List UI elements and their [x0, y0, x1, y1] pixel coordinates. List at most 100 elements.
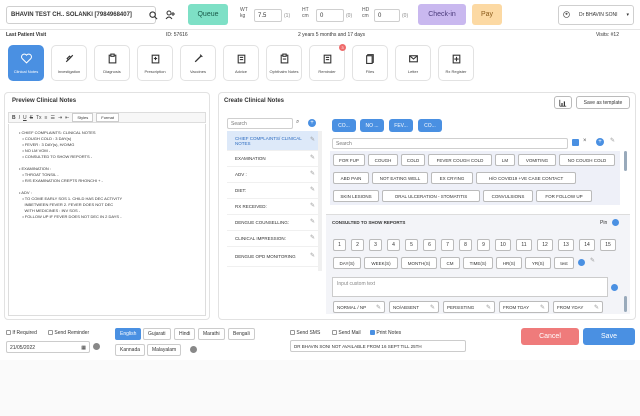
number-button[interactable]: 4: [387, 239, 400, 251]
suggestion-chip[interactable]: NO COUGH COLD: [559, 154, 615, 166]
lang-gujarati[interactable]: Gujarati: [143, 328, 171, 340]
category-scrollbar[interactable]: [318, 131, 322, 271]
number-button[interactable]: 12: [537, 239, 553, 251]
italic-icon[interactable]: I: [19, 115, 20, 121]
edit-icon[interactable]: ✎: [540, 304, 545, 311]
send-reminder-option[interactable]: Send Reminder: [48, 330, 89, 336]
add-suggestion-icon[interactable]: +: [596, 138, 604, 146]
if-required-checkbox[interactable]: [6, 330, 11, 336]
number-button[interactable]: 5: [405, 239, 418, 251]
number-button[interactable]: 3: [369, 239, 382, 251]
suggestion-chip[interactable]: ABD PAIN: [333, 172, 369, 184]
settings-icon[interactable]: [93, 343, 100, 350]
tile-letter[interactable]: Letter: [395, 45, 431, 81]
suggestion-chip[interactable]: LM: [495, 154, 515, 166]
patient-selector[interactable]: BHAVIN TEST CH.. SOLANKI [7984968407]: [6, 6, 156, 24]
outdent-icon[interactable]: ⇤: [65, 115, 69, 121]
edit-icon[interactable]: ✎: [430, 304, 435, 311]
save-button[interactable]: Save: [583, 328, 635, 345]
edit-icon[interactable]: ✎: [310, 155, 315, 161]
selected-chip[interactable]: NO ...: [360, 119, 384, 132]
lang-malayalam[interactable]: Malayalam: [147, 344, 182, 356]
category-item[interactable]: DENGUE OPD MONITORING ✎: [227, 247, 319, 267]
unit-button[interactable]: CM: [440, 257, 460, 269]
edit-icon[interactable]: ✎: [310, 203, 315, 209]
close-icon[interactable]: ×: [583, 138, 587, 144]
suggestion-scrollbar[interactable]: [624, 151, 627, 171]
number-button[interactable]: 2: [351, 239, 364, 251]
add-unit-icon[interactable]: [578, 259, 585, 266]
edit-icon[interactable]: ✎: [310, 253, 315, 259]
date-picker[interactable]: 21/05/2022 ▦: [6, 341, 90, 353]
number-button[interactable]: 14: [579, 239, 595, 251]
tile-vaccines[interactable]: Vaccines: [180, 45, 216, 81]
category-item[interactable]: ADV : ✎: [227, 167, 319, 183]
head-field[interactable]: 0: [374, 9, 400, 22]
selected-chip[interactable]: FEV...: [389, 119, 413, 132]
suggestion-chip[interactable]: COUGH: [368, 154, 398, 166]
if-required-option[interactable]: If Required: [6, 330, 37, 336]
lang-marathi[interactable]: Marathi: [198, 328, 225, 340]
option-button[interactable]: NO/ABSENT ✎: [389, 301, 439, 313]
edit-icon[interactable]: ✎: [310, 171, 315, 177]
category-search-input[interactable]: Search: [227, 118, 293, 129]
add-category-icon[interactable]: +: [308, 119, 316, 127]
underline-icon[interactable]: U: [23, 115, 27, 121]
suggestion-chip[interactable]: FEVER COUGH COLD: [428, 154, 492, 166]
send-sms-checkbox[interactable]: [290, 330, 295, 336]
tile-rx-register[interactable]: Rx Register: [438, 45, 474, 81]
height-field[interactable]: 0: [316, 9, 344, 22]
suggestion-search-input[interactable]: Search: [332, 138, 568, 149]
bold-icon[interactable]: B: [12, 115, 16, 121]
clear-format-icon[interactable]: Tx: [36, 115, 42, 121]
tile-files[interactable]: Files: [352, 45, 388, 81]
suggestion-chip[interactable]: CONVULSIONS: [483, 190, 533, 202]
suggestion-chip[interactable]: ORAL ULCERATION - STOMATITIS: [382, 190, 480, 202]
send-mail-option[interactable]: Send Mail: [332, 330, 361, 336]
suggestion-chip[interactable]: COLD: [401, 154, 425, 166]
custom-text-input[interactable]: Input custom text: [332, 277, 608, 297]
option-button[interactable]: FROM TDAY ✎: [499, 301, 549, 313]
category-item[interactable]: CHIEF COMPLAINTS/ CLINICAL NOTES ✎: [227, 131, 319, 151]
number-button[interactable]: 15: [600, 239, 616, 251]
edit-icon[interactable]: ✎: [310, 235, 315, 241]
number-button[interactable]: 8: [459, 239, 472, 251]
format-select[interactable]: Format: [96, 113, 119, 122]
tile-prescription[interactable]: Prescription: [137, 45, 173, 81]
weight-field[interactable]: 7.5: [254, 9, 282, 22]
unit-button[interactable]: test: [554, 257, 574, 269]
tile-diagnosis[interactable]: Diagnosis: [94, 45, 130, 81]
number-button[interactable]: 9: [477, 239, 490, 251]
doctor-select[interactable]: Dr BHAVIN SONI ▾: [558, 5, 634, 25]
send-sms-option[interactable]: Send SMS: [290, 330, 320, 336]
suggestion-chip[interactable]: FOR FUP: [333, 154, 365, 166]
number-button[interactable]: 6: [423, 239, 436, 251]
number-button[interactable]: 10: [495, 239, 511, 251]
search-icon[interactable]: ⌕: [296, 119, 299, 126]
edit-icon[interactable]: ✎: [310, 137, 315, 143]
selected-chip[interactable]: CO...: [332, 119, 356, 132]
note-field[interactable]: DR BHAVIN SONI NOT AVAILABLE FROM 16 SEP…: [290, 340, 466, 352]
preview-editor[interactable]: • CHIEF COMPLAINTS: CLINICAL NOTES • COU…: [8, 124, 206, 316]
add-user-icon[interactable]: [164, 9, 176, 21]
tile-ophthalm-notes[interactable]: Ophthalm Notes: [266, 45, 302, 81]
tile-reminder[interactable]: Reminder 3: [309, 44, 346, 81]
strikethrough-icon[interactable]: S: [30, 115, 33, 121]
tile-advice[interactable]: Advice: [223, 45, 259, 81]
suggestion-chip[interactable]: H/O COVID19 +VE CASE CONTACT: [476, 172, 576, 184]
chart-icon[interactable]: [554, 96, 572, 109]
bullet-list-icon[interactable]: ☰: [50, 115, 54, 121]
category-item[interactable]: DENGUE COUNSELLING: ✎: [227, 215, 319, 231]
cancel-button[interactable]: Cancel: [521, 328, 579, 345]
consulted-scrollbar[interactable]: [624, 296, 627, 312]
keyboard-icon[interactable]: [572, 139, 579, 146]
indent-icon[interactable]: ⇥: [58, 115, 62, 121]
suggestion-chip[interactable]: FOR FOLLOW UP: [536, 190, 592, 202]
styles-select[interactable]: Styles: [72, 113, 94, 122]
option-button[interactable]: NORMAL / NP ✎: [333, 301, 385, 313]
unit-button[interactable]: DAY(S): [333, 257, 361, 269]
edit-icon[interactable]: ✎: [590, 257, 595, 264]
lang-bengali[interactable]: Bengali: [228, 328, 255, 340]
ordered-list-icon[interactable]: ≡: [45, 115, 48, 121]
pay-button[interactable]: Pay: [472, 4, 502, 25]
